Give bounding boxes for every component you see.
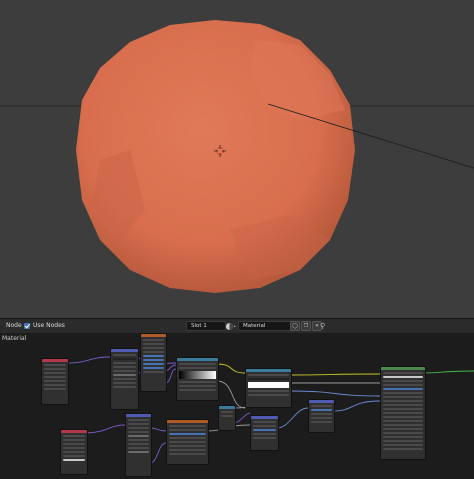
viewport-canvas bbox=[0, 20, 474, 293]
material-browse-button[interactable] bbox=[225, 319, 237, 333]
mapping-node-2[interactable] bbox=[125, 413, 152, 477]
node-editor-canvas[interactable]: Material bbox=[0, 333, 474, 479]
material-name-field[interactable]: Material bbox=[238, 321, 292, 331]
checkbox-icon[interactable] bbox=[24, 323, 30, 329]
node-editor-header: Node Use Nodes Slot 1 Material ◯ ❐ ✕ ⚲ bbox=[0, 318, 474, 334]
mix-rgb-node[interactable] bbox=[245, 368, 292, 408]
texture-coordinate-node[interactable] bbox=[41, 358, 69, 405]
color-ramp-node[interactable] bbox=[176, 357, 219, 401]
shield-icon[interactable]: ◯ bbox=[290, 321, 300, 331]
use-nodes-toggle[interactable]: Use Nodes bbox=[24, 319, 65, 333]
editor-type-menu[interactable]: Node bbox=[6, 319, 22, 333]
noise-texture-node[interactable] bbox=[140, 333, 167, 392]
3d-viewport[interactable] bbox=[0, 0, 474, 318]
copy-icon[interactable]: ❐ bbox=[301, 321, 311, 331]
bump-node[interactable] bbox=[308, 399, 335, 433]
pin-icon[interactable]: ⚲ bbox=[320, 319, 325, 333]
reroute-node[interactable] bbox=[218, 405, 236, 431]
material-sphere-icon bbox=[226, 322, 236, 330]
mapping-node-1[interactable] bbox=[110, 348, 139, 410]
use-nodes-label: Use Nodes bbox=[33, 322, 65, 329]
bump-node-2[interactable] bbox=[250, 415, 279, 451]
editor-type-label: Node bbox=[6, 322, 22, 329]
texture-coordinate-node-2[interactable] bbox=[60, 429, 88, 475]
voronoi-texture-node[interactable] bbox=[166, 419, 209, 465]
slot-selector[interactable]: Slot 1 bbox=[186, 321, 226, 331]
principled-bsdf-node[interactable] bbox=[380, 366, 426, 460]
